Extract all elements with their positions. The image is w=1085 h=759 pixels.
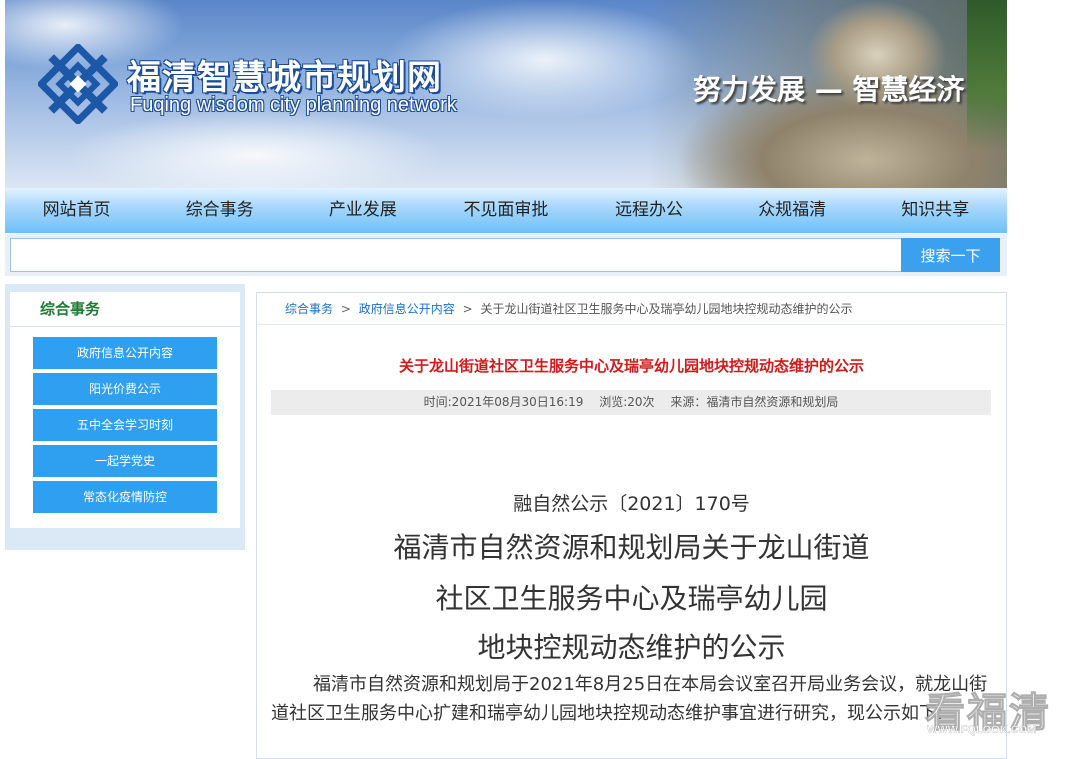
- sidebar-item-price-disclosure[interactable]: 阳光价费公示: [33, 373, 217, 405]
- nav-item-remote-office[interactable]: 远程办公: [578, 188, 721, 233]
- breadcrumb-link-general-affairs[interactable]: 综合事务: [285, 302, 333, 316]
- search-bar: 搜索一下: [5, 234, 1007, 276]
- banner-slogan: 努力发展 — 智慧经济: [693, 73, 965, 106]
- main-nav: 网站首页 综合事务 产业发展 不见面审批 远程办公 众规福清 知识共享: [5, 188, 1007, 233]
- site-title: 福清智慧城市规划网: [127, 58, 442, 98]
- document-heading-line: 地块控规动态维护的公示: [477, 631, 786, 664]
- article-panel: 综合事务 > 政府信息公开内容 > 关于龙山街道社区卫生服务中心及瑞亭幼儿园地块…: [256, 292, 1007, 759]
- view-count: 浏览:20次: [599, 395, 655, 409]
- breadcrumb-separator: >: [462, 302, 473, 316]
- nav-item-industry[interactable]: 产业发展: [291, 188, 434, 233]
- article-body: 福清市自然资源和规划局于2021年8月25日在本局会议室召开局业务会议，就龙山街…: [271, 674, 988, 724]
- article-meta: 时间:2021年08月30日16:19 浏览:20次 来源：福清市自然资源和规划…: [271, 390, 991, 415]
- nav-item-general-affairs[interactable]: 综合事务: [148, 188, 291, 233]
- site-subtitle: Fuqing wisdom city planning network: [130, 94, 457, 116]
- sidebar-item-plenary-study[interactable]: 五中全会学习时刻: [33, 409, 217, 441]
- document-number: 融自然公示〔2021〕170号: [513, 493, 750, 515]
- document-heading-line: 社区卫生服务中心及瑞亭幼儿园: [435, 582, 828, 615]
- publish-time: 时间:2021年08月30日16:19: [423, 395, 584, 409]
- nav-item-public-planning[interactable]: 众规福清: [721, 188, 864, 233]
- breadcrumb-separator: >: [340, 302, 351, 316]
- article-title: 关于龙山街道社区卫生服务中心及瑞亭幼儿园地块控规动态维护的公示: [398, 357, 864, 375]
- site-logo-icon: [38, 44, 118, 124]
- sidebar-list: 政府信息公开内容 阳光价费公示 五中全会学习时刻 一起学党史 常态化疫情防控: [10, 327, 240, 513]
- document-heading-line: 福清市自然资源和规划局关于龙山街道: [393, 531, 870, 564]
- sidebar: 综合事务 政府信息公开内容 阳光价费公示 五中全会学习时刻 一起学党史 常态化疫…: [5, 284, 245, 550]
- banner-cloud: [65, 110, 445, 188]
- nav-item-knowledge[interactable]: 知识共享: [864, 188, 1007, 233]
- sidebar-item-gov-info[interactable]: 政府信息公开内容: [33, 337, 217, 369]
- sidebar-item-party-history[interactable]: 一起学党史: [33, 445, 217, 477]
- nav-item-online-approval[interactable]: 不见面审批: [434, 188, 577, 233]
- article-source: 来源：福清市自然资源和规划局: [670, 395, 839, 409]
- header-banner: 福清智慧城市规划网 Fuqing wisdom city planning ne…: [5, 0, 1007, 188]
- sidebar-panel: 综合事务 政府信息公开内容 阳光价费公示 五中全会学习时刻 一起学党史 常态化疫…: [10, 292, 240, 528]
- search-button[interactable]: 搜索一下: [901, 238, 1000, 272]
- search-input[interactable]: [10, 238, 903, 272]
- sidebar-title: 综合事务: [10, 292, 240, 327]
- sidebar-item-epidemic-control[interactable]: 常态化疫情防控: [33, 481, 217, 513]
- breadcrumb-current: 关于龙山街道社区卫生服务中心及瑞亭幼儿园地块控规动态维护的公示: [480, 302, 853, 316]
- trees-image: [967, 0, 1007, 150]
- breadcrumb: 综合事务 > 政府信息公开内容 > 关于龙山街道社区卫生服务中心及瑞亭幼儿园地块…: [257, 293, 1006, 325]
- breadcrumb-link-gov-info[interactable]: 政府信息公开内容: [359, 302, 455, 316]
- nav-item-home[interactable]: 网站首页: [5, 188, 148, 233]
